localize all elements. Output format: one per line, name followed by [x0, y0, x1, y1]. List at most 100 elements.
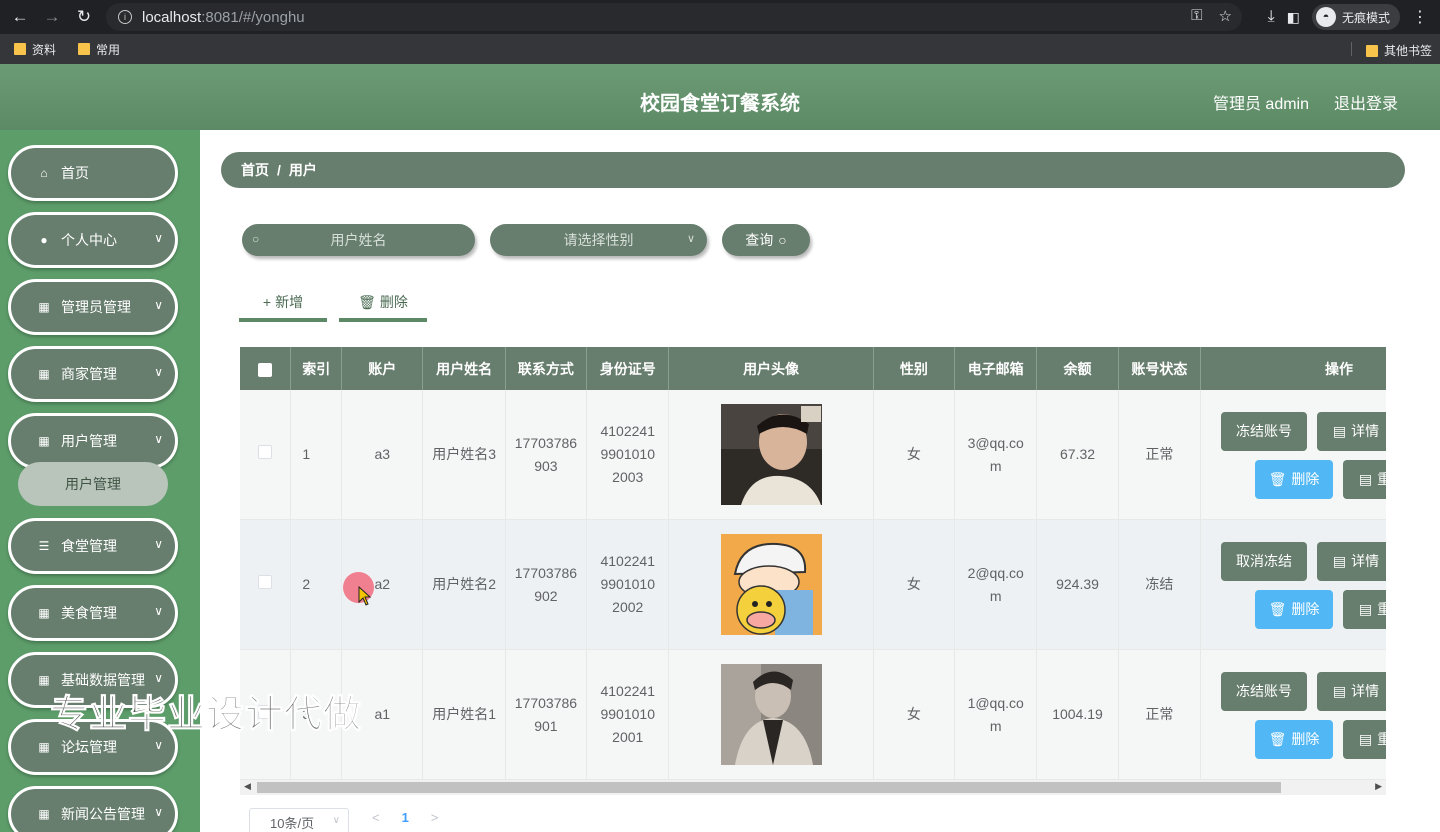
cell-gender: 女	[873, 649, 956, 780]
avatar-image[interactable]	[720, 534, 822, 635]
forward-icon[interactable]: →	[36, 1, 68, 33]
unfreeze-account-button[interactable]: 取消冻结	[1221, 542, 1307, 581]
bookmark-folder[interactable]: 常用	[78, 41, 120, 58]
cell-phone: 17703786903	[505, 390, 588, 520]
gender-select-placeholder: 请选择性别	[563, 232, 634, 248]
browser-toolbar: ← → ↻ i localhost:8081/#/yonghu ⚿ ☆ ⤓ ◧ …	[0, 0, 1440, 34]
cell-phone: 17703786901	[505, 649, 588, 780]
sidebar-item-home[interactable]: ⌂ 首页	[8, 145, 178, 201]
column-header: 用户头像	[668, 347, 874, 390]
cell-id-card: 410224199010102003	[586, 390, 670, 520]
detail-button[interactable]: ▤ 详情	[1317, 542, 1386, 581]
sidebar-item-admins[interactable]: ▦ 管理员管理 ∨	[8, 279, 178, 335]
next-page-icon[interactable]: >	[431, 810, 439, 825]
horizontal-scrollbar[interactable]: ◀ ▶	[240, 780, 1386, 795]
prev-page-icon[interactable]: <	[372, 810, 380, 825]
incognito-indicator[interactable]: ◓ 无痕模式	[1311, 4, 1400, 30]
home-icon: ⌂	[40, 166, 48, 180]
grid-icon: ▦	[38, 740, 50, 754]
grid-icon: ▦	[38, 807, 50, 821]
batch-delete-button[interactable]: 🗑 删除	[339, 286, 427, 322]
chevron-down-icon: ∨	[154, 805, 163, 819]
scrollbar-thumb[interactable]	[257, 782, 1281, 793]
mouse-cursor-icon	[358, 586, 372, 606]
submenu-user-management[interactable]: 用户管理	[18, 462, 168, 506]
cell-index: 2	[290, 519, 343, 650]
cell-gender: 女	[873, 519, 956, 650]
cell-account: a3	[341, 390, 424, 520]
sidebar-item-merchants[interactable]: ▦ 商家管理 ∨	[8, 346, 178, 402]
bookmark-folder[interactable]: 资料	[14, 41, 56, 58]
sidebar-item-users[interactable]: ▦ 用户管理 ∨	[8, 413, 178, 469]
row-checkbox[interactable]	[258, 445, 273, 459]
chevron-down-icon: ∨	[686, 233, 695, 245]
detail-button[interactable]: ▤ 详情	[1317, 672, 1386, 711]
grid-icon: ▦	[38, 673, 50, 687]
gender-select[interactable]: 请选择性别 ∨	[490, 224, 707, 256]
page-number-current[interactable]: 1	[402, 810, 409, 825]
address-bar[interactable]: i localhost:8081/#/yonghu ⚿ ☆	[106, 3, 1242, 31]
user-table: 索引 账户 用户姓名 联系方式 身份证号 用户头像 性别 电子邮箱 余额 账号状…	[240, 347, 1386, 795]
cell-status: 正常	[1118, 649, 1202, 780]
sidebar-item-canteens[interactable]: ☰ 食堂管理 ∨	[8, 518, 178, 574]
star-icon[interactable]: ☆	[1219, 7, 1232, 25]
cell-index: 1	[290, 390, 343, 520]
delete-button[interactable]: 🗑 删除	[1255, 590, 1333, 629]
query-label: 查询	[745, 232, 774, 248]
freeze-account-button[interactable]: 冻结账号	[1221, 672, 1307, 711]
select-all-checkbox[interactable]	[258, 362, 273, 377]
reset-password-button[interactable]: ▤重置	[1343, 720, 1386, 759]
delete-button[interactable]: 🗑 删除	[1255, 460, 1333, 499]
add-button[interactable]: + 新增	[239, 286, 327, 322]
column-header: 操作	[1200, 347, 1386, 390]
sidebar-item-news[interactable]: ▦ 新闻公告管理 ∨	[8, 786, 178, 832]
scroll-left-icon[interactable]: ◀	[244, 781, 251, 792]
breadcrumb-home[interactable]: 首页	[241, 160, 269, 180]
freeze-account-button[interactable]: 冻结账号	[1221, 412, 1307, 451]
query-button[interactable]: 查询 ○	[722, 224, 810, 256]
cell-balance: 924.39	[1036, 519, 1119, 650]
other-bookmarks[interactable]: 其他书签	[1365, 42, 1432, 59]
grid-icon: ▦	[38, 300, 50, 314]
column-header: 电子邮箱	[954, 347, 1038, 390]
chevron-down-icon: ∨	[154, 738, 163, 752]
cell-gender: 女	[873, 390, 956, 520]
row-checkbox[interactable]	[258, 575, 273, 589]
document-icon: ▤	[1332, 423, 1347, 439]
reset-password-button[interactable]: ▤重置	[1343, 590, 1386, 629]
download-icon[interactable]: ⤓	[1268, 8, 1275, 26]
sidebar-item-food[interactable]: ▦ 美食管理 ∨	[8, 585, 178, 641]
name-search-input[interactable]: ○ 用户姓名	[242, 224, 475, 256]
avatar-image[interactable]	[720, 404, 822, 505]
delete-button[interactable]: 🗑 删除	[1255, 720, 1333, 759]
reset-password-button[interactable]: ▤重置	[1343, 460, 1386, 499]
folder-icon	[1365, 44, 1378, 57]
key-icon[interactable]: ⚿	[1191, 7, 1202, 25]
breadcrumb: 首页 / 用户	[221, 152, 1405, 188]
scroll-right-icon[interactable]: ▶	[1375, 781, 1382, 792]
cell-id-card: 410224199010102001	[586, 649, 670, 780]
app-header: 校园食堂订餐系统 管理员 admin 退出登录	[0, 64, 1440, 130]
column-header: 联系方式	[505, 347, 588, 390]
page-size-select[interactable]: 10条/页 ∨	[249, 808, 349, 832]
document-icon: ▤	[1358, 471, 1373, 487]
table-header-row: 索引 账户 用户姓名 联系方式 身份证号 用户头像 性别 电子邮箱 余额 账号状…	[240, 347, 1386, 390]
avatar-image[interactable]	[720, 664, 822, 765]
page-size-value: 10条/页	[270, 815, 315, 831]
detail-button[interactable]: ▤ 详情	[1317, 412, 1386, 451]
document-icon: ▤	[1358, 601, 1373, 617]
delete-label: 删除	[379, 294, 408, 310]
sliders-icon: ☰	[38, 539, 50, 553]
logout-link[interactable]: 退出登录	[1334, 90, 1398, 114]
sidepanel-icon[interactable]: ◧	[1287, 9, 1300, 26]
back-icon[interactable]: ←	[4, 1, 36, 33]
more-icon[interactable]: ⋮	[1412, 7, 1428, 27]
name-search-placeholder: 用户姓名	[330, 232, 387, 248]
trash-icon: 🗑	[1268, 471, 1287, 487]
chevron-down-icon: ∨	[154, 365, 163, 379]
site-info-icon[interactable]: i	[118, 10, 132, 24]
reload-icon[interactable]: ↻	[68, 1, 100, 33]
column-header: 账号状态	[1118, 347, 1202, 390]
sidebar-item-profile[interactable]: ● 个人中心 ∨	[8, 212, 178, 268]
chevron-down-icon: ∨	[154, 432, 163, 446]
